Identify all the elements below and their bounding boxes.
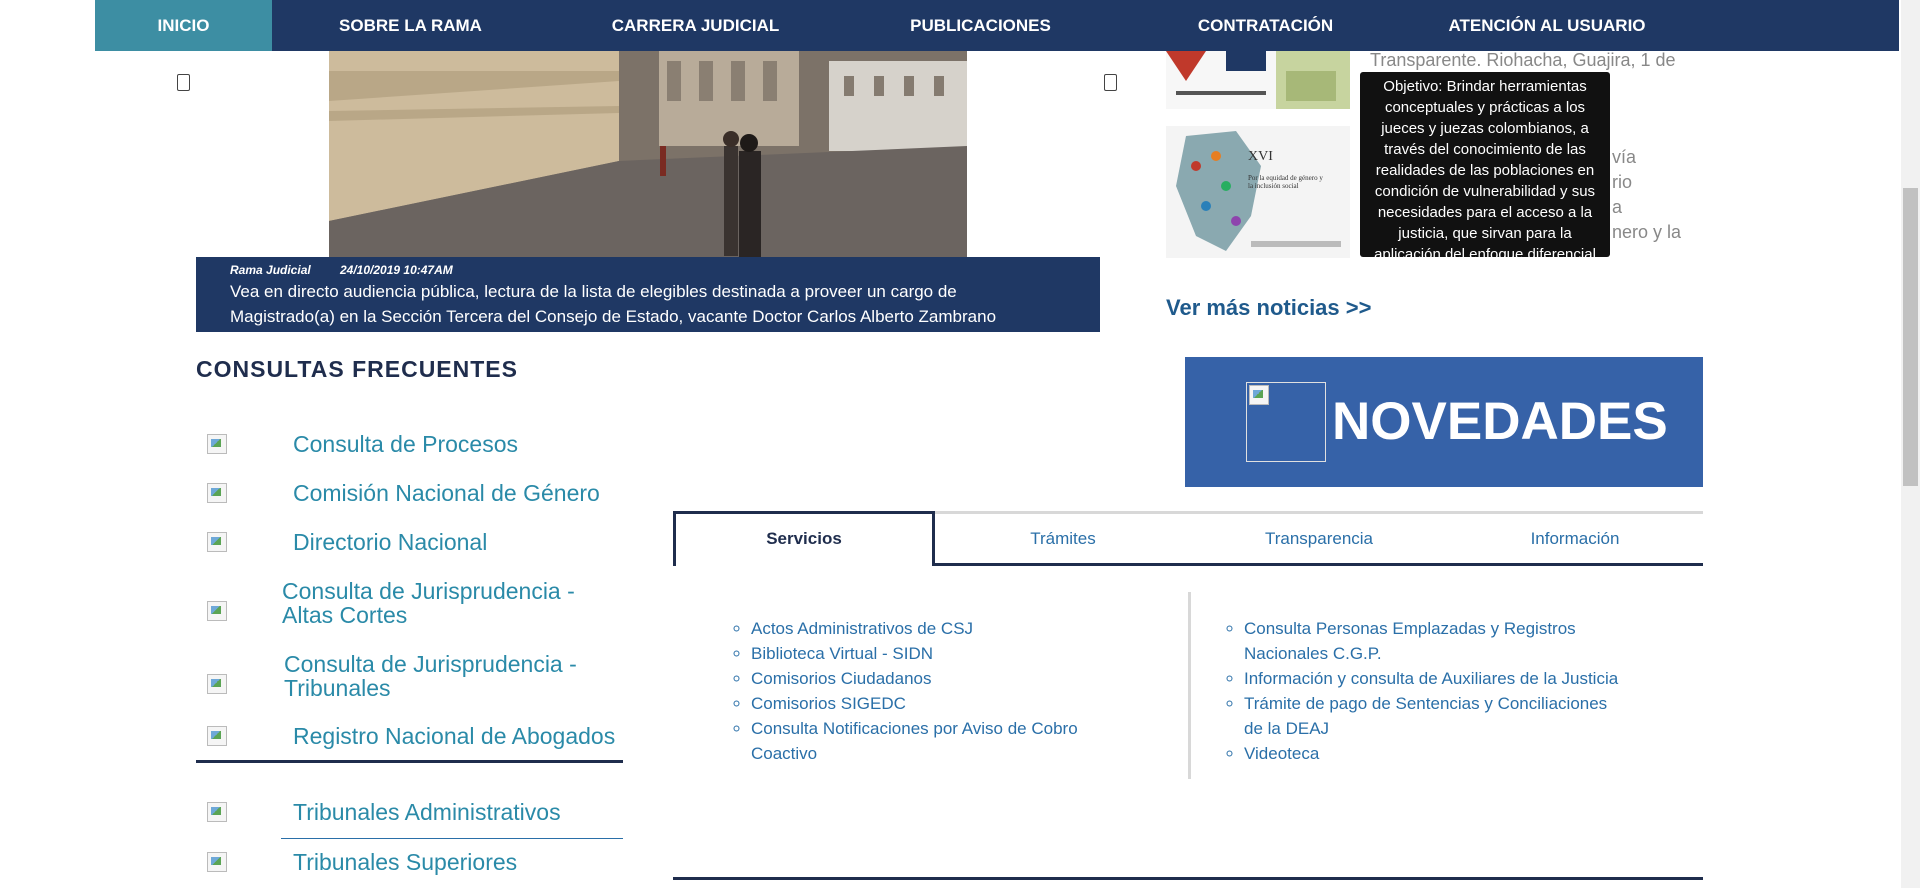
broken-image-icon	[207, 674, 227, 694]
broken-image-icon	[207, 532, 227, 552]
tab-informacion[interactable]: Información	[1447, 514, 1703, 563]
broken-image-icon	[1249, 385, 1269, 405]
nav-inicio[interactable]: INICIO	[95, 0, 272, 51]
tribunal-link[interactable]: Tribunales Superiores	[293, 850, 517, 874]
servicio-link[interactable]: Consulta Personas Emplazadas y Registros…	[1244, 616, 1630, 666]
servicio-link[interactable]: Trámite de pago de Sentencias y Concilia…	[1244, 691, 1630, 741]
broken-image-icon	[207, 726, 227, 746]
news-2-text-right-2[interactable]: rio	[1612, 170, 1632, 195]
consulta-item[interactable]: Consulta de Procesos	[207, 432, 518, 456]
news-2-text-right-4[interactable]: nero y la	[1612, 220, 1681, 245]
consulta-link[interactable]: Registro Nacional de Abogados	[293, 724, 615, 748]
broken-image-icon	[207, 601, 227, 621]
consulta-link[interactable]: Consulta de Procesos	[293, 432, 518, 456]
tribunal-link[interactable]: Tribunales Administrativos	[293, 800, 561, 824]
consulta-item[interactable]: Directorio Nacional	[207, 530, 487, 554]
servicios-right-list: Consulta Personas Emplazadas y Registros…	[1220, 616, 1630, 766]
tabs-bottom-line	[673, 877, 1703, 880]
consulta-item[interactable]: Consulta de Jurisprudencia - Tribunales	[207, 652, 584, 700]
thumb2-subtitle: Por la equidad de género y la inclusión …	[1248, 174, 1323, 190]
tab-transparencia[interactable]: Transparencia	[1191, 514, 1447, 563]
nav-sobre-la-rama[interactable]: SOBRE LA RAMA	[272, 0, 549, 51]
novedades-title: NOVEDADES	[1332, 392, 1668, 451]
tab-tramites[interactable]: Trámites	[935, 514, 1191, 563]
thumb2-title: XVI	[1248, 149, 1273, 164]
consulta-link[interactable]: Comisión Nacional de Género	[293, 481, 600, 505]
news-2-text-right-3[interactable]: a	[1612, 195, 1622, 220]
servicios-column-divider	[1188, 592, 1191, 779]
ver-mas-noticias-link[interactable]: Ver más noticias >>	[1166, 295, 1371, 321]
news-tooltip: Objetivo: Brindar herramientas conceptua…	[1360, 72, 1610, 257]
news-thumbnail-2[interactable]: XVI Por la equidad de género y la inclus…	[1166, 126, 1350, 258]
broken-image-icon	[207, 483, 227, 503]
top-navigation: INICIO SOBRE LA RAMA CARRERA JUDICIAL PU…	[95, 0, 1899, 51]
consultas-divider	[196, 760, 623, 763]
news-thumbnail-1[interactable]	[1166, 51, 1350, 109]
scrollbar-thumb[interactable]	[1903, 188, 1918, 486]
consulta-item[interactable]: Comisión Nacional de Género	[207, 481, 600, 505]
broken-image-icon	[207, 802, 227, 822]
carousel-next-icon[interactable]	[1104, 74, 1117, 91]
nav-contratacion[interactable]: CONTRATACIÓN	[1119, 0, 1412, 51]
consultas-title: CONSULTAS FRECUENTES	[196, 356, 518, 382]
tab-servicios[interactable]: Servicios	[673, 511, 935, 566]
consulta-item[interactable]: Consulta de Jurisprudencia - Altas Corte…	[207, 579, 582, 627]
novedades-image-placeholder	[1246, 382, 1326, 462]
caption-text[interactable]: Vea en directo audiencia pública, lectur…	[230, 279, 1050, 329]
tribunal-item[interactable]: Tribunales Administrativos	[207, 800, 561, 824]
servicio-link[interactable]: Consulta Notificaciones por Aviso de Cob…	[751, 716, 1107, 766]
novedades-banner[interactable]: NOVEDADES	[1185, 357, 1703, 487]
caption-source: Rama Judicial	[230, 263, 311, 277]
carousel-photo[interactable]	[329, 51, 967, 257]
tabs-bar: Servicios Trámites Transparencia Informa…	[673, 511, 1703, 566]
broken-image-icon	[207, 434, 227, 454]
nav-carrera-judicial[interactable]: CARRERA JUDICIAL	[549, 0, 842, 51]
consulta-link[interactable]: Consulta de Jurisprudencia - Altas Corte…	[282, 579, 582, 627]
news-2-text-right-1[interactable]: vía	[1612, 145, 1636, 170]
consulta-link[interactable]: Consulta de Jurisprudencia - Tribunales	[284, 652, 584, 700]
broken-image-icon	[207, 852, 227, 872]
tribunal-item[interactable]: Tribunales Superiores	[207, 850, 517, 874]
nav-atencion-al-usuario[interactable]: ATENCIÓN AL USUARIO	[1412, 0, 1682, 51]
servicio-link[interactable]: Videoteca	[1244, 741, 1630, 766]
servicio-link[interactable]: Información y consulta de Auxiliares de …	[1244, 666, 1630, 691]
servicio-link[interactable]: Biblioteca Virtual - SIDN	[751, 641, 1107, 666]
news-1-text[interactable]: Transparente. Riohacha, Guajira, 1 de	[1370, 48, 1676, 73]
carousel-prev-icon[interactable]	[177, 74, 190, 91]
tribunal-divider	[281, 838, 623, 839]
nav-publicaciones[interactable]: PUBLICACIONES	[842, 0, 1119, 51]
servicios-left-list: Actos Administrativos de CSJ Biblioteca …	[727, 616, 1107, 766]
servicio-link[interactable]: Comisorios SIGEDC	[751, 691, 1107, 716]
caption-date: 24/10/2019 10:47AM	[340, 263, 453, 277]
servicio-link[interactable]: Actos Administrativos de CSJ	[751, 616, 1107, 641]
servicio-link[interactable]: Comisorios Ciudadanos	[751, 666, 1107, 691]
carousel-caption[interactable]: Rama Judicial 24/10/2019 10:47AM Vea en …	[196, 257, 1100, 332]
consulta-link[interactable]: Directorio Nacional	[293, 530, 487, 554]
consulta-item[interactable]: Registro Nacional de Abogados	[207, 724, 615, 748]
